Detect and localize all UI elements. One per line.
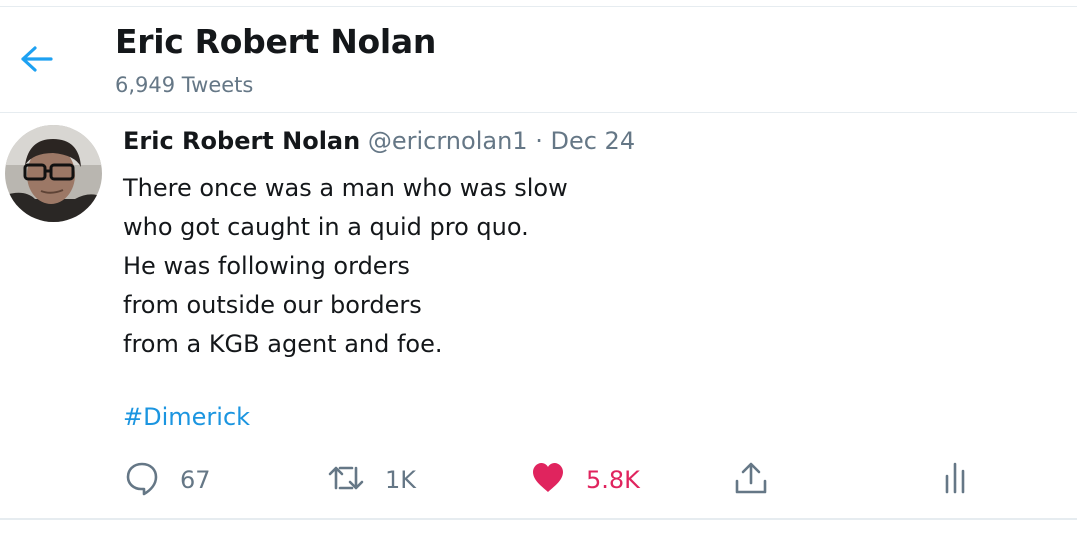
analytics-button[interactable]	[940, 462, 970, 498]
tweet-text-line: who got caught in a quid pro quo.	[123, 213, 529, 241]
profile-header: Eric Robert Nolan 6,949 Tweets	[0, 7, 1077, 112]
tweet-text-line: There once was a man who was slow	[123, 174, 568, 202]
header-separator: ·	[535, 127, 543, 155]
tweet-date[interactable]: Dec 24	[550, 127, 635, 155]
profile-name-title: Eric Robert Nolan	[115, 22, 437, 61]
like-count: 5.8K	[586, 466, 640, 494]
arrow-left-icon	[19, 45, 53, 77]
author-handle[interactable]: @ericrnolan1	[368, 127, 528, 155]
tweet-header: Eric Robert Nolan @ericrnolan1 · Dec 24	[123, 127, 635, 155]
tweet-text: There once was a man who was slow who go…	[123, 169, 1023, 364]
tweet-count: 6,949 Tweets	[115, 73, 254, 97]
reply-count: 67	[180, 466, 211, 494]
tweet-text-line: from a KGB agent and foe.	[123, 330, 443, 358]
like-button[interactable]: 5.8K	[530, 462, 640, 498]
speech-bubble-icon	[124, 460, 160, 500]
share-button[interactable]	[733, 462, 769, 498]
hashtag-link[interactable]: #Dimerick	[123, 403, 250, 431]
tweet[interactable]: Eric Robert Nolan @ericrnolan1 · Dec 24 …	[0, 113, 1077, 518]
share-icon	[733, 460, 769, 500]
tweet-text-line: from outside our borders	[123, 291, 422, 319]
analytics-icon	[940, 460, 970, 500]
tweet-text-line: He was following orders	[123, 252, 410, 280]
heart-icon	[530, 460, 566, 500]
retweet-count: 1K	[385, 466, 417, 494]
retweet-icon	[327, 460, 365, 500]
reply-button[interactable]: 67	[124, 462, 211, 498]
author-name[interactable]: Eric Robert Nolan	[123, 127, 360, 155]
back-button[interactable]	[14, 39, 58, 83]
tweet-divider	[0, 518, 1077, 520]
retweet-button[interactable]: 1K	[327, 462, 416, 498]
avatar[interactable]	[5, 125, 102, 222]
